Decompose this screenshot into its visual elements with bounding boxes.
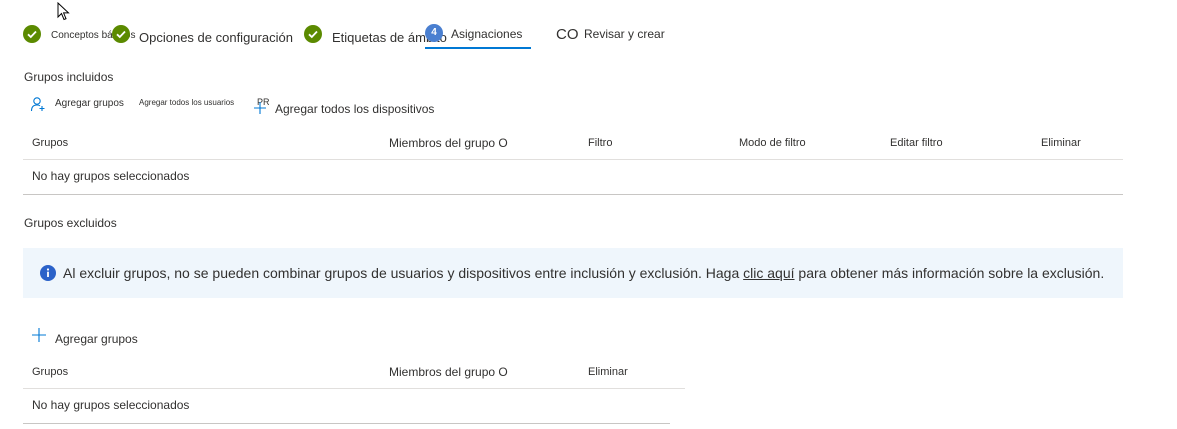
add-all-devices-button[interactable]: Agregar todos los dispositivos bbox=[275, 102, 434, 116]
person-add-icon bbox=[30, 97, 45, 112]
info-learn-more-link[interactable]: clic aquí bbox=[743, 265, 794, 281]
excluded-groups-title: Grupos excluidos bbox=[24, 216, 117, 230]
step-complete-icon bbox=[304, 25, 322, 43]
plus-icon bbox=[254, 102, 266, 114]
step-complete-icon bbox=[112, 25, 130, 43]
column-header-edit-filter[interactable]: Editar filtro bbox=[890, 137, 943, 149]
info-banner: Al excluir grupos, no se pueden combinar… bbox=[23, 248, 1123, 298]
empty-state-text: No hay grupos seleccionados bbox=[32, 169, 190, 183]
step-assignments[interactable]: Asignaciones bbox=[451, 27, 522, 41]
info-icon bbox=[40, 265, 56, 281]
info-text-before: Al excluir grupos, no se pueden combinar… bbox=[63, 265, 744, 281]
column-header-remove[interactable]: Eliminar bbox=[588, 366, 628, 378]
column-header-filter[interactable]: Filtro bbox=[588, 137, 612, 149]
add-groups-button[interactable]: Agregar grupos bbox=[55, 332, 138, 346]
plus-icon bbox=[32, 328, 46, 342]
step-complete-icon bbox=[23, 25, 41, 43]
empty-state-text: No hay grupos seleccionados bbox=[32, 398, 190, 412]
header-divider bbox=[23, 159, 1123, 160]
step-review-create[interactable]: Revisar y crear bbox=[584, 27, 665, 41]
table-divider bbox=[23, 194, 1123, 195]
info-text-after: para obtener más información sobre la ex… bbox=[794, 265, 1105, 281]
column-header-members[interactable]: Miembros del grupo O bbox=[389, 365, 508, 379]
column-header-members[interactable]: Miembros del grupo O bbox=[389, 136, 508, 150]
active-step-underline bbox=[425, 47, 531, 49]
included-groups-title: Grupos incluidos bbox=[24, 70, 114, 84]
step-number: 4 bbox=[431, 27, 437, 38]
step-current-icon: 4 bbox=[425, 24, 443, 42]
info-message: Al excluir grupos, no se pueden combinar… bbox=[63, 265, 1104, 281]
step-configuration[interactable]: Opciones de configuración bbox=[139, 30, 293, 45]
header-divider bbox=[23, 388, 685, 389]
column-header-groups[interactable]: Grupos bbox=[32, 366, 68, 378]
mouse-pointer-icon bbox=[57, 2, 70, 21]
add-all-users-button[interactable]: Agregar todos los usuarios bbox=[139, 98, 234, 107]
column-header-remove[interactable]: Eliminar bbox=[1041, 137, 1081, 149]
table-divider bbox=[23, 423, 670, 424]
add-groups-button[interactable]: Agregar grupos bbox=[55, 98, 124, 109]
column-header-groups[interactable]: Grupos bbox=[32, 137, 68, 149]
column-header-filter-mode[interactable]: Modo de filtro bbox=[739, 137, 806, 149]
step-prefix: CO bbox=[556, 26, 579, 43]
